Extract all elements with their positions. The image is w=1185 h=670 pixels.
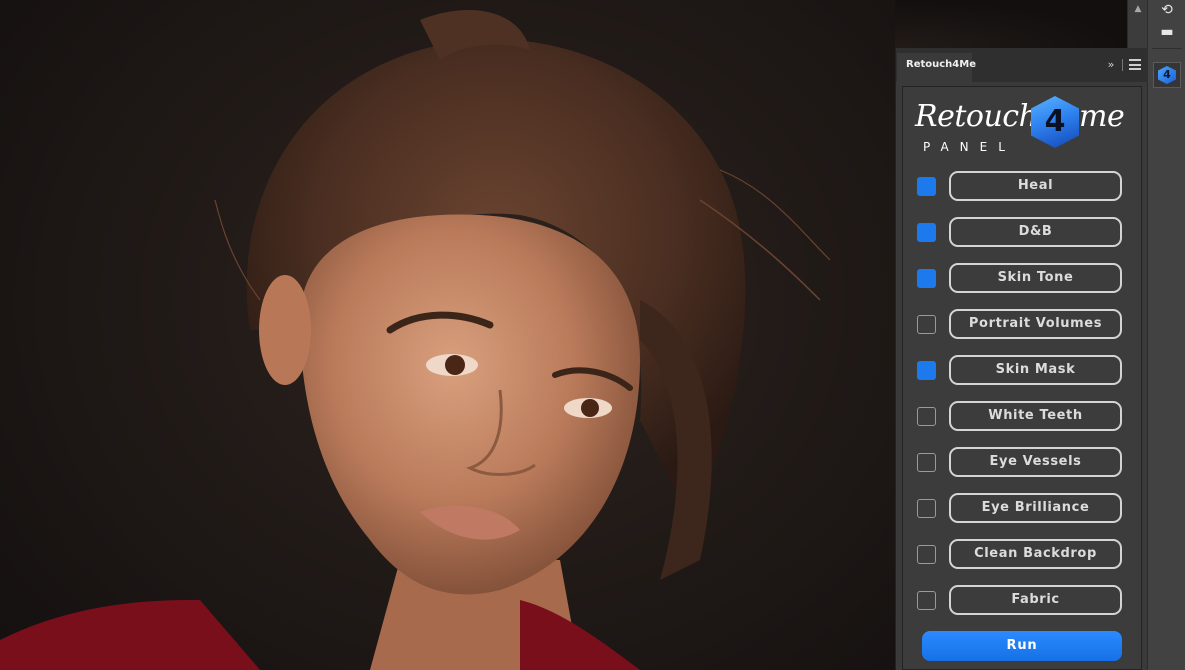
- fabric-button[interactable]: Fabric: [949, 585, 1122, 615]
- skin-mask-button[interactable]: Skin Mask: [949, 355, 1122, 385]
- module-row-dnb: D&B: [903, 217, 1143, 247]
- run-button[interactable]: Run: [922, 631, 1122, 661]
- module-row-skin-mask: Skin Mask: [903, 355, 1143, 385]
- retouch4me-panel-toggle[interactable]: 4: [1153, 62, 1181, 88]
- dock-divider: [1152, 48, 1182, 49]
- white-teeth-button[interactable]: White Teeth: [949, 401, 1122, 431]
- fabric-checkbox[interactable]: [917, 591, 936, 610]
- heal-button[interactable]: Heal: [949, 171, 1122, 201]
- clean-backdrop-button[interactable]: Clean Backdrop: [949, 539, 1122, 569]
- logo-word-me: me: [1079, 99, 1125, 134]
- white-teeth-checkbox[interactable]: [917, 407, 936, 426]
- retouch4me-panel: Retouch4Me » Retouch 4 me PANEL Heal D&B…: [895, 48, 1148, 670]
- module-row-heal: Heal: [903, 171, 1143, 201]
- panel-menu-icon[interactable]: [1129, 59, 1141, 70]
- panel-dock-strip: ⟲ ▬ 4: [1147, 0, 1185, 670]
- document-canvas-strip: [895, 0, 1127, 48]
- retouch4me-logo: Retouch 4 me PANEL: [911, 93, 1133, 155]
- panel-header: Retouch4Me »: [896, 48, 1148, 82]
- logo-word-retouch: Retouch: [915, 99, 1038, 134]
- logo-subtitle: PANEL: [923, 140, 1016, 154]
- panel-body: Retouch 4 me PANEL Heal D&B Skin Tone Po…: [902, 86, 1142, 670]
- module-row-fabric: Fabric: [903, 585, 1143, 615]
- eye-vessels-button[interactable]: Eye Vessels: [949, 447, 1122, 477]
- skin-tone-checkbox[interactable]: [917, 269, 936, 288]
- logo-badge-icon: 4: [1031, 96, 1079, 148]
- portrait-volumes-button[interactable]: Portrait Volumes: [949, 309, 1122, 339]
- module-row-white-teeth: White Teeth: [903, 401, 1143, 431]
- skin-mask-checkbox[interactable]: [917, 361, 936, 380]
- module-row-portrait-volumes: Portrait Volumes: [903, 309, 1143, 339]
- header-divider: [1122, 59, 1123, 71]
- comment-icon[interactable]: ▬: [1156, 22, 1178, 42]
- module-row-clean-backdrop: Clean Backdrop: [903, 539, 1143, 569]
- portrait-volumes-checkbox[interactable]: [917, 315, 936, 334]
- vertical-scrollbar[interactable]: ▲: [1127, 0, 1147, 48]
- module-row-eye-vessels: Eye Vessels: [903, 447, 1143, 477]
- eye-brilliance-button[interactable]: Eye Brilliance: [949, 493, 1122, 523]
- module-row-eye-brilliance: Eye Brilliance: [903, 493, 1143, 523]
- document-canvas[interactable]: [0, 0, 895, 670]
- dnb-button[interactable]: D&B: [949, 217, 1122, 247]
- collapse-panel-icon[interactable]: »: [1104, 58, 1118, 72]
- skin-tone-button[interactable]: Skin Tone: [949, 263, 1122, 293]
- heal-checkbox[interactable]: [917, 177, 936, 196]
- history-icon[interactable]: ⟲: [1156, 0, 1178, 20]
- tab-retouch4me[interactable]: Retouch4Me: [897, 53, 976, 82]
- dnb-checkbox[interactable]: [917, 223, 936, 242]
- eye-vessels-checkbox[interactable]: [917, 453, 936, 472]
- clean-backdrop-checkbox[interactable]: [917, 545, 936, 564]
- eye-brilliance-checkbox[interactable]: [917, 499, 936, 518]
- retouch4me-logo-icon: 4: [1158, 66, 1176, 84]
- portrait-photo: [0, 10, 831, 670]
- module-row-skin-tone: Skin Tone: [903, 263, 1143, 293]
- scroll-up-arrow-icon[interactable]: ▲: [1128, 2, 1148, 16]
